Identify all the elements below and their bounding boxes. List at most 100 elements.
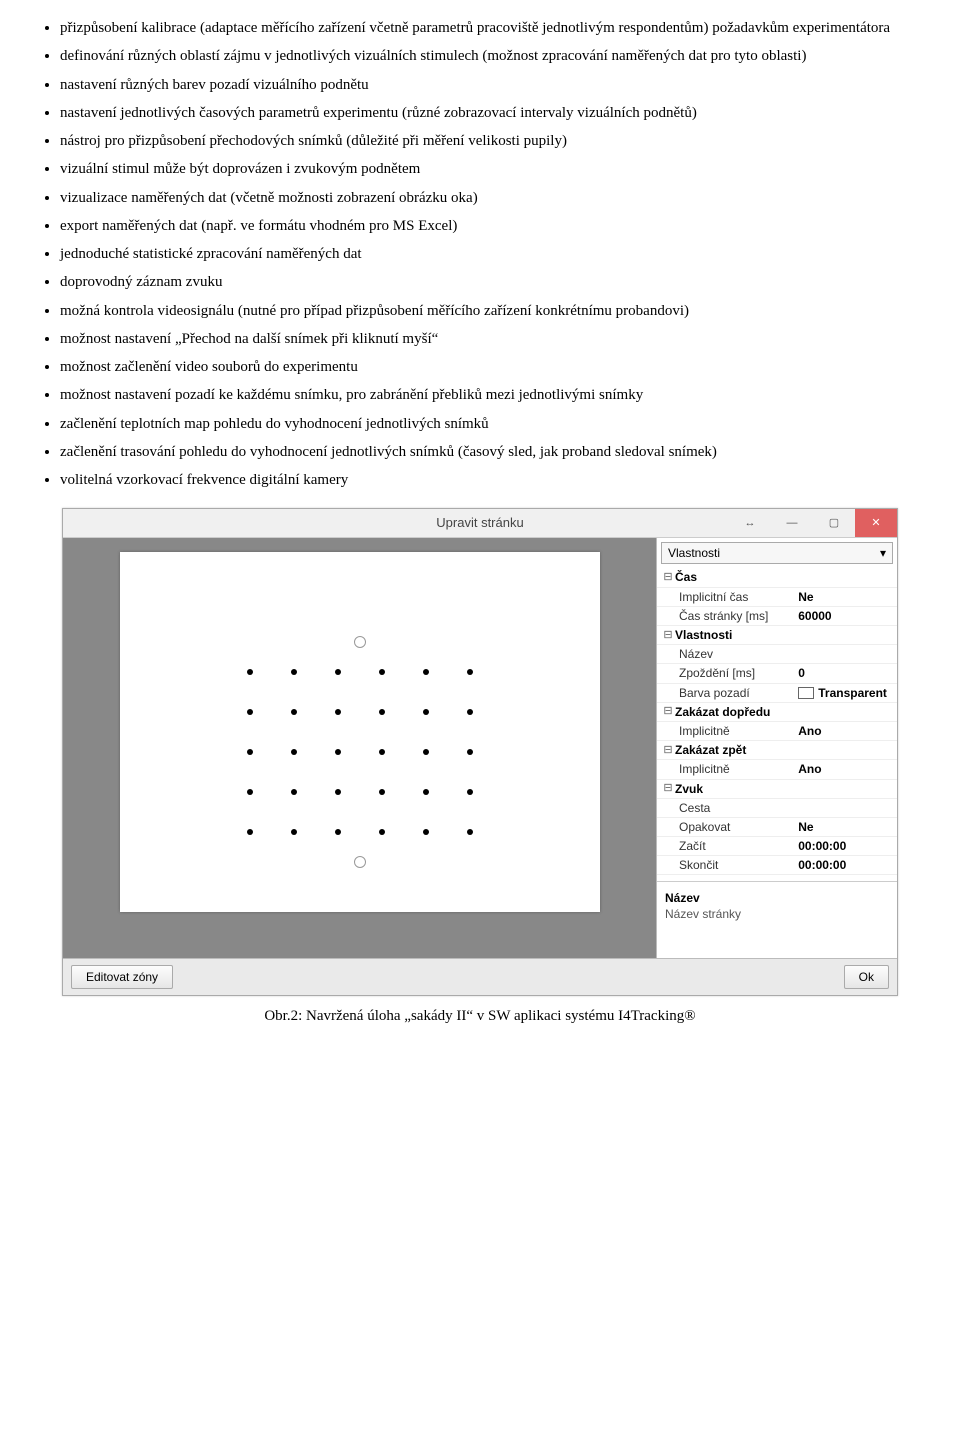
property-row[interactable]: Implicitní časNe	[657, 588, 897, 607]
feature-item: vizuální stimul může být doprovázen i zv…	[60, 159, 936, 179]
bottom-bar: Editovat zóny Ok	[63, 958, 897, 995]
titlebar: Upravit stránku ↔ — ▢ ✕	[63, 509, 897, 538]
calibration-dot	[247, 789, 253, 795]
calibration-dot	[423, 749, 429, 755]
collapse-icon[interactable]: ⊟	[661, 743, 675, 758]
properties-panel: Vlastnosti ▾ ⊟ČasImplicitní časNeČas str…	[656, 538, 897, 958]
calibration-dot	[467, 669, 473, 675]
calibration-dot	[423, 789, 429, 795]
calibration-dot	[291, 749, 297, 755]
group-label: Zakázat zpět	[675, 742, 746, 758]
property-row[interactable]: Zpoždění [ms]0	[657, 664, 897, 683]
close-button[interactable]: ✕	[855, 509, 897, 537]
property-row[interactable]: Začít00:00:00	[657, 837, 897, 856]
group-label: Vlastnosti	[675, 627, 732, 643]
properties-dropdown[interactable]: Vlastnosti ▾	[661, 542, 893, 564]
feature-item: možnost nastavení „Přechod na další sním…	[60, 329, 936, 349]
property-value[interactable]: Ne	[794, 818, 897, 836]
calibration-dot	[423, 669, 429, 675]
calibration-dot	[467, 829, 473, 835]
calibration-dot	[379, 669, 385, 675]
color-swatch	[798, 687, 814, 699]
property-key: Barva pozadí	[657, 684, 794, 702]
minimize-button[interactable]: —	[771, 509, 813, 537]
property-row[interactable]: Barva pozadí Transparent	[657, 684, 897, 703]
calibration-dot	[467, 749, 473, 755]
property-row[interactable]: OpakovatNe	[657, 818, 897, 837]
property-value-text: Transparent	[818, 685, 887, 701]
feature-item: export naměřených dat (např. ve formátu …	[60, 216, 936, 236]
property-value[interactable]: 60000	[794, 607, 897, 625]
chevron-down-icon: ▾	[880, 545, 886, 561]
resize-icon[interactable]: ↔	[729, 509, 771, 537]
calibration-dot	[291, 669, 297, 675]
calibration-ring	[354, 636, 366, 648]
property-group[interactable]: ⊟Vlastnosti	[657, 626, 897, 645]
calibration-dot	[379, 789, 385, 795]
canvas-area	[63, 538, 656, 958]
property-key: Název	[657, 645, 794, 663]
feature-item: začlenění teplotních map pohledu do vyho…	[60, 414, 936, 434]
property-key: Implicitně	[657, 760, 794, 778]
calibration-dot	[423, 829, 429, 835]
property-value[interactable]: Ne	[794, 588, 897, 606]
property-row[interactable]: ImplicitněAno	[657, 722, 897, 741]
property-row[interactable]: Název	[657, 645, 897, 664]
property-row[interactable]: Čas stránky [ms]60000	[657, 607, 897, 626]
property-group[interactable]: ⊟Čas	[657, 568, 897, 587]
property-key: Čas stránky [ms]	[657, 607, 794, 625]
dropdown-label: Vlastnosti	[668, 545, 720, 561]
calibration-dot	[379, 709, 385, 715]
window-title: Upravit stránku	[436, 514, 523, 532]
property-value[interactable]: 00:00:00	[794, 856, 897, 874]
calibration-dot	[247, 749, 253, 755]
maximize-button[interactable]: ▢	[813, 509, 855, 537]
desc-text: Název stránky	[665, 906, 889, 922]
property-row[interactable]: Skončit00:00:00	[657, 856, 897, 875]
app-body: Vlastnosti ▾ ⊟ČasImplicitní časNeČas str…	[63, 538, 897, 958]
collapse-icon[interactable]: ⊟	[661, 781, 675, 796]
property-value-text: 60000	[798, 608, 831, 624]
property-value[interactable]: Ano	[794, 722, 897, 740]
property-group[interactable]: ⊟Zvuk	[657, 780, 897, 799]
window-controls: ↔ — ▢ ✕	[729, 509, 897, 537]
feature-item: začlenění trasování pohledu do vyhodnoce…	[60, 442, 936, 462]
app-window: Upravit stránku ↔ — ▢ ✕ Vlastnosti ▾ ⊟Ča…	[62, 508, 898, 996]
property-row[interactable]: Cesta	[657, 799, 897, 818]
edit-zones-button[interactable]: Editovat zóny	[71, 965, 173, 989]
property-value[interactable]	[794, 799, 897, 817]
collapse-icon[interactable]: ⊟	[661, 570, 675, 585]
group-label: Zvuk	[675, 781, 703, 797]
calibration-dot	[467, 709, 473, 715]
property-group[interactable]: ⊟Zakázat dopředu	[657, 703, 897, 722]
property-value[interactable]: 0	[794, 664, 897, 682]
property-value-text: 00:00:00	[798, 838, 846, 854]
property-key: Cesta	[657, 799, 794, 817]
property-group[interactable]: ⊟Zakázat zpět	[657, 741, 897, 760]
feature-item: možnost nastavení pozadí ke každému sním…	[60, 385, 936, 405]
feature-item: nastavení různých barev pozadí vizuálníh…	[60, 75, 936, 95]
property-value[interactable]: Ano	[794, 760, 897, 778]
feature-list: přizpůsobení kalibrace (adaptace měřícíh…	[24, 18, 936, 490]
calibration-dot	[247, 709, 253, 715]
property-value-text: 0	[798, 665, 805, 681]
property-value-text: 00:00:00	[798, 857, 846, 873]
calibration-dot	[335, 829, 341, 835]
property-row[interactable]: ImplicitněAno	[657, 760, 897, 779]
property-grid: ⊟ČasImplicitní časNeČas stránky [ms]6000…	[657, 568, 897, 881]
feature-item: vizualizace naměřených dat (včetně možno…	[60, 188, 936, 208]
ok-button[interactable]: Ok	[844, 965, 889, 989]
property-key: Skončit	[657, 856, 794, 874]
calibration-dot	[379, 749, 385, 755]
group-label: Čas	[675, 569, 697, 585]
collapse-icon[interactable]: ⊟	[661, 628, 675, 643]
property-value[interactable]	[794, 645, 897, 663]
calibration-dot	[247, 829, 253, 835]
feature-item: nastavení jednotlivých časových parametr…	[60, 103, 936, 123]
calibration-dot	[335, 789, 341, 795]
property-value[interactable]: 00:00:00	[794, 837, 897, 855]
collapse-icon[interactable]: ⊟	[661, 704, 675, 719]
property-value-text: Ne	[798, 589, 813, 605]
stimulus-canvas[interactable]	[120, 552, 600, 912]
property-value[interactable]: Transparent	[794, 684, 897, 702]
